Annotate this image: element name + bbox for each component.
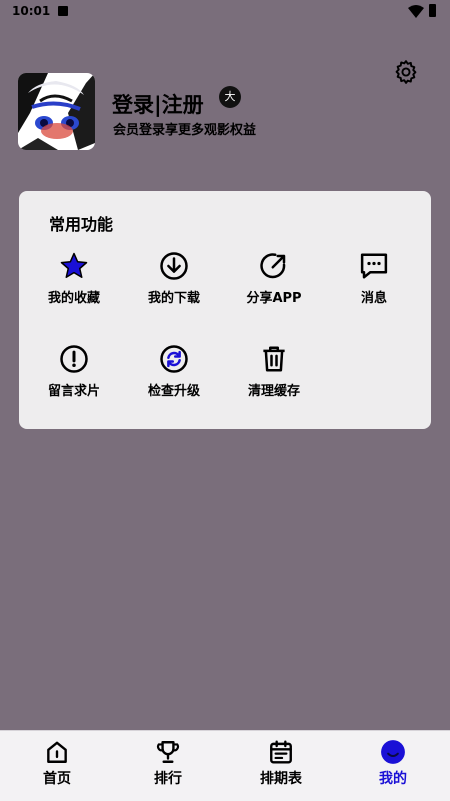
messages-button[interactable]: 消息 [324, 251, 424, 321]
trash-icon [263, 346, 285, 372]
favorites-label: 我的收藏 [47, 291, 100, 306]
home-icon [47, 741, 67, 763]
alert-icon [60, 345, 88, 373]
downloads-label: 我的下载 [147, 291, 200, 306]
login-register-link[interactable]: 登录|注册 [112, 89, 204, 119]
settings-gear-icon[interactable] [393, 59, 419, 85]
favorites-button[interactable]: 我的收藏 [24, 251, 124, 321]
message-icon [360, 253, 388, 279]
battery-icon [429, 4, 436, 17]
share-app-button[interactable]: 分享APP [224, 251, 324, 321]
share-app-label: 分享APP [246, 291, 302, 306]
status-time: 10:01 [12, 4, 51, 18]
vip-badge: 大 [219, 86, 241, 108]
request-movie-label: 留言求片 [47, 384, 100, 399]
tab-mine-label: 我的 [379, 771, 407, 787]
share-icon [260, 253, 286, 279]
trophy-icon [157, 741, 179, 763]
tab-schedule-label: 排期表 [260, 771, 302, 787]
avatar[interactable] [18, 73, 95, 150]
tab-ranking[interactable]: 排行 [128, 739, 208, 797]
tab-mine[interactable]: 我的 [353, 739, 433, 797]
calendar-icon [270, 740, 292, 764]
tab-home-label: 首页 [43, 771, 71, 787]
user-smile-icon [381, 740, 405, 764]
tab-home[interactable]: 首页 [17, 739, 97, 797]
wifi-icon [408, 5, 424, 18]
status-bar: 10:01 [0, 0, 450, 24]
check-update-button[interactable]: 检查升级 [124, 344, 224, 414]
messages-label: 消息 [360, 291, 387, 306]
tab-ranking-label: 排行 [154, 771, 182, 787]
download-icon [160, 252, 188, 280]
star-icon [60, 252, 88, 278]
request-movie-button[interactable]: 留言求片 [24, 344, 124, 414]
tab-schedule[interactable]: 排期表 [241, 739, 321, 797]
clear-cache-button[interactable]: 清理缓存 [224, 344, 324, 414]
refresh-icon [160, 345, 188, 373]
common-functions-card: 常用功能 我的收藏 我的下载 分享APP 消息 留言求片 检查升级 清理缓存 [19, 191, 431, 429]
login-subtitle: 会员登录享更多观影权益 [113, 123, 257, 138]
check-update-label: 检查升级 [147, 384, 200, 399]
clear-cache-label: 清理缓存 [247, 384, 300, 399]
bottom-nav: 首页 排行 排期表 我的 [0, 730, 450, 801]
downloads-button[interactable]: 我的下载 [124, 251, 224, 321]
notification-icon [58, 6, 68, 16]
card-title: 常用功能 [49, 215, 114, 234]
